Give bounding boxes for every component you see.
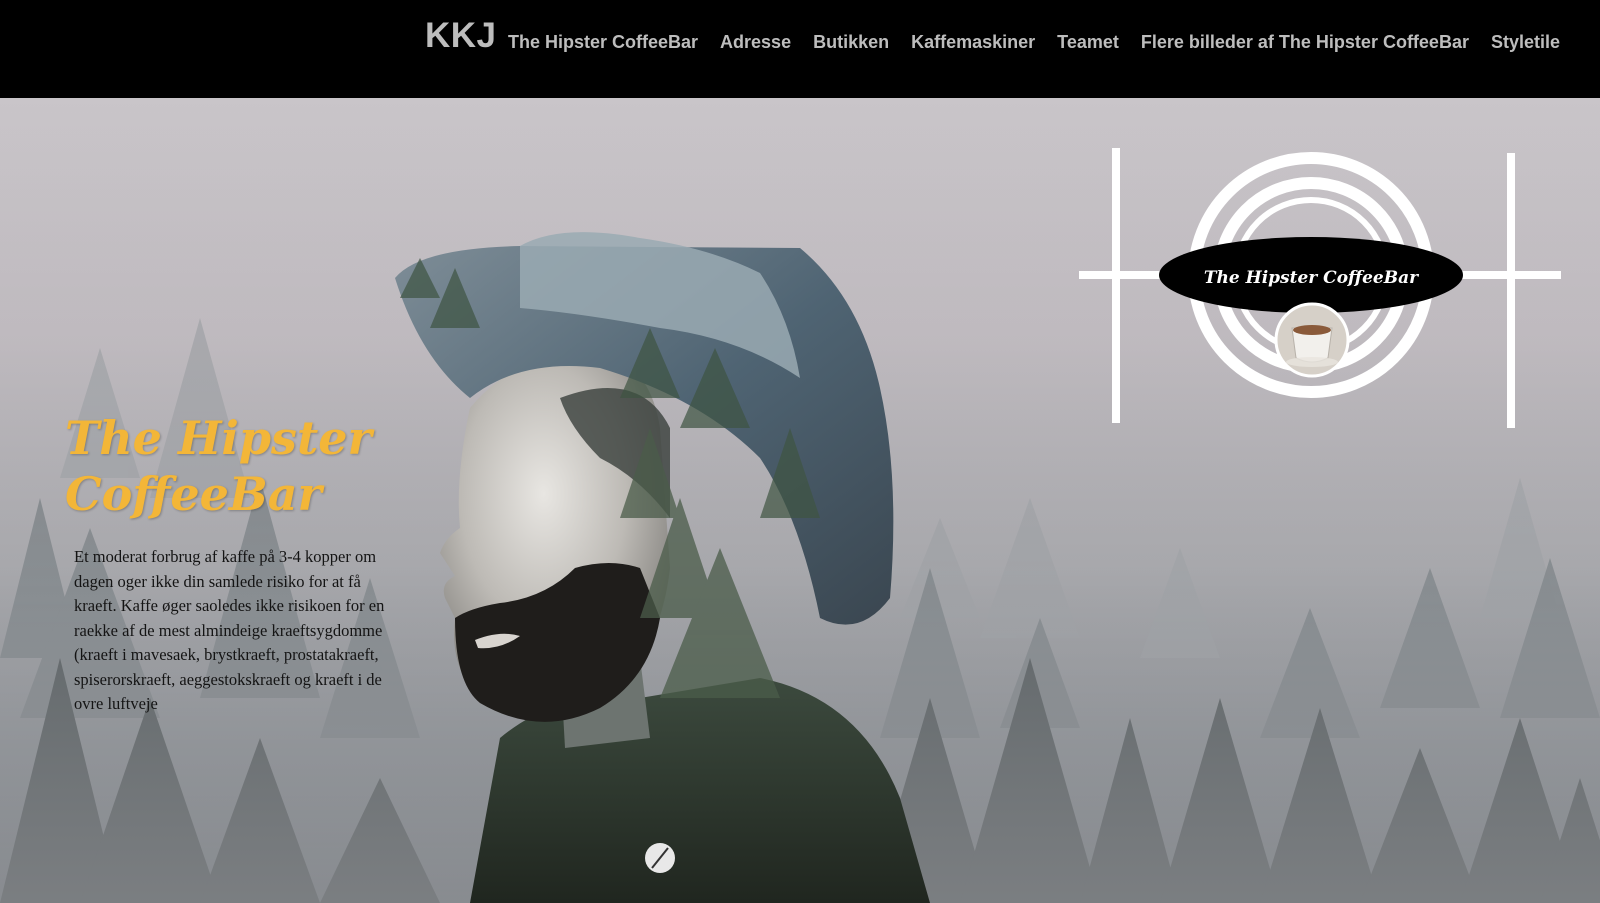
hero-body-text: Et moderat forbrug af kaffe på 3-4 koppe… xyxy=(74,547,385,713)
nav-item-teamet[interactable]: Teamet xyxy=(1057,32,1119,53)
coffeebar-logo: The Hipster CoffeeBar xyxy=(1079,148,1561,428)
hero-title-line1: The Hipster xyxy=(65,411,372,465)
top-navigation: KKJ The Hipster CoffeeBar Adresse Butikk… xyxy=(0,0,1600,98)
logo-text: The Hipster CoffeeBar xyxy=(1204,268,1419,288)
hero-title: The Hipster CoffeeBar xyxy=(65,410,395,522)
nav-item-kaffemaskiner[interactable]: Kaffemaskiner xyxy=(911,32,1035,53)
nav-menu: The Hipster CoffeeBar Adresse Butikken K… xyxy=(508,32,1560,53)
hero-section: The Hipster CoffeeBar Et moderat forbrug… xyxy=(0,98,1600,903)
hero-title-line2: CoffeeBar xyxy=(65,467,322,521)
nav-item-butikken[interactable]: Butikken xyxy=(813,32,889,53)
coffee-cup-image xyxy=(1274,302,1350,378)
brand-logo-text[interactable]: KKJ xyxy=(425,16,497,56)
page: KKJ The Hipster CoffeeBar Adresse Butikk… xyxy=(0,0,1600,903)
nav-item-the-hipster-coffeebar[interactable]: The Hipster CoffeeBar xyxy=(508,32,698,53)
nav-item-styletile[interactable]: Styletile xyxy=(1491,32,1560,53)
nav-item-adresse[interactable]: Adresse xyxy=(720,32,791,53)
nav-item-flere-billeder[interactable]: Flere billeder af The Hipster CoffeeBar xyxy=(1141,32,1469,53)
